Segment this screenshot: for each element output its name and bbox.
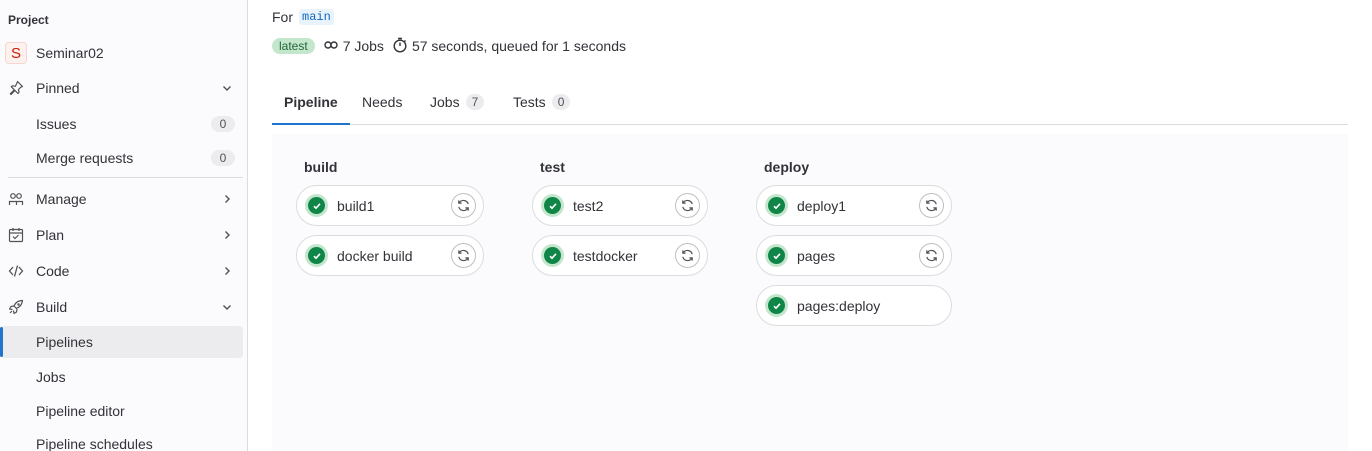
stage-title: build [304, 159, 338, 175]
sidebar-project-link[interactable]: S Seminar02 [0, 37, 243, 69]
sidebar-item-merge-requests[interactable]: Merge requests 0 [0, 142, 243, 174]
tab-label: Needs [362, 94, 403, 110]
sidebar-item-label: Issues [36, 116, 77, 132]
sidebar-item-pipeline-schedules[interactable]: Pipeline schedules [0, 428, 243, 451]
tab-count: 7 [465, 94, 485, 110]
sidebar-item-manage[interactable]: Manage [0, 183, 243, 215]
latest-badge: latest [272, 38, 315, 54]
job-name: build1 [337, 197, 375, 214]
chevron-right-icon [219, 263, 235, 279]
sidebar-divider [8, 177, 243, 178]
chevron-right-icon [219, 191, 235, 207]
users-icon [8, 191, 24, 207]
sidebar-item-label: Pipelines [36, 334, 93, 350]
sidebar-pinned-toggle[interactable]: Pinned [0, 72, 243, 104]
pipeline-graph: build build1 docker build test test2 tes… [272, 134, 1348, 451]
sidebar-item-label: Jobs [36, 369, 66, 385]
calendar-icon [8, 227, 24, 243]
tab-label: Pipeline [284, 93, 338, 110]
job-name: test2 [573, 197, 604, 214]
sidebar-item-label: Pipeline schedules [36, 436, 153, 451]
tab-label: Tests [513, 94, 546, 110]
pipeline-meta: latest 7 Jobs 57 seconds, queued for 1 s… [272, 36, 634, 56]
sidebar-item-plan[interactable]: Plan [0, 219, 243, 251]
pipeline-tabs: Pipeline Needs Jobs 7 Tests 0 [272, 80, 1348, 125]
retry-icon[interactable] [675, 193, 700, 218]
job-name: deploy1 [797, 197, 847, 214]
tab-count: 0 [551, 94, 571, 110]
sidebar-item-jobs[interactable]: Jobs [0, 361, 243, 393]
merge-requests-count-badge: 0 [211, 150, 235, 166]
job-pill[interactable]: pages:deploy [756, 285, 952, 326]
code-icon [8, 263, 24, 279]
stage-title: deploy [764, 159, 810, 175]
chevron-down-icon [219, 80, 235, 96]
retry-icon[interactable] [451, 243, 476, 268]
status-success-icon [765, 294, 788, 317]
job-pill[interactable]: build1 [296, 185, 484, 226]
job-name: testdocker [573, 247, 638, 264]
issues-count-badge: 0 [211, 116, 235, 132]
project-avatar: S [5, 42, 27, 64]
jobs-summary: 7 Jobs [323, 37, 384, 56]
active-indicator [0, 327, 3, 357]
job-name: docker build [337, 247, 413, 264]
sidebar-project-name: Seminar02 [36, 45, 104, 61]
tab-jobs[interactable]: Jobs 7 [418, 80, 496, 124]
retry-icon[interactable] [675, 243, 700, 268]
sidebar-item-label: Pipeline editor [36, 403, 125, 419]
tab-needs[interactable]: Needs [350, 80, 414, 124]
sidebar-item-pipeline-editor[interactable]: Pipeline editor [0, 395, 243, 427]
sidebar-item-label: Build [36, 299, 68, 315]
retry-icon[interactable] [919, 193, 944, 218]
sidebar-section-title: Project [8, 13, 49, 27]
pipeline-icon [323, 37, 339, 56]
rocket-icon [8, 299, 24, 315]
retry-icon[interactable] [919, 243, 944, 268]
sidebar-item-pipelines[interactable]: Pipelines [0, 326, 243, 358]
stage-title: test [540, 159, 565, 175]
sidebar-item-code[interactable]: Code [0, 255, 243, 287]
job-name: pages [797, 247, 836, 264]
jobs-summary-text: 7 Jobs [342, 38, 384, 54]
sidebar-pinned-label: Pinned [36, 80, 80, 96]
job-pill[interactable]: pages [756, 235, 952, 276]
pipeline-ref-line: For main [272, 9, 334, 25]
sidebar-item-build[interactable]: Build [0, 291, 243, 323]
status-success-icon [541, 194, 564, 217]
tab-label: Jobs [430, 94, 460, 110]
chevron-right-icon [219, 227, 235, 243]
sidebar-item-issues[interactable]: Issues 0 [0, 108, 243, 140]
retry-icon[interactable] [451, 193, 476, 218]
sidebar-item-label: Code [36, 263, 70, 279]
sidebar-item-label: Manage [36, 191, 87, 207]
job-pill[interactable]: testdocker [532, 235, 708, 276]
duration-text: 57 seconds, queued for 1 seconds [411, 38, 626, 54]
status-success-icon [305, 244, 328, 267]
job-pill[interactable]: deploy1 [756, 185, 952, 226]
for-label: For [272, 9, 293, 25]
branch-link[interactable]: main [299, 9, 334, 25]
chevron-down-icon [219, 299, 235, 315]
status-success-icon [765, 194, 788, 217]
duration-summary: 57 seconds, queued for 1 seconds [392, 37, 626, 56]
thumbtack-icon [8, 80, 24, 96]
timer-icon [392, 37, 408, 56]
job-pill[interactable]: test2 [532, 185, 708, 226]
status-success-icon [765, 244, 788, 267]
tab-pipeline[interactable]: Pipeline [272, 80, 350, 125]
sidebar-item-label: Plan [36, 227, 65, 243]
sidebar-item-label: Merge requests [36, 150, 134, 166]
job-pill[interactable]: docker build [296, 235, 484, 276]
status-success-icon [305, 194, 328, 217]
status-success-icon [541, 244, 564, 267]
job-name: pages:deploy [797, 297, 881, 314]
sidebar: Project S Seminar02 Pinned Issues 0 Merg… [0, 0, 248, 451]
tab-tests[interactable]: Tests 0 [501, 80, 582, 124]
